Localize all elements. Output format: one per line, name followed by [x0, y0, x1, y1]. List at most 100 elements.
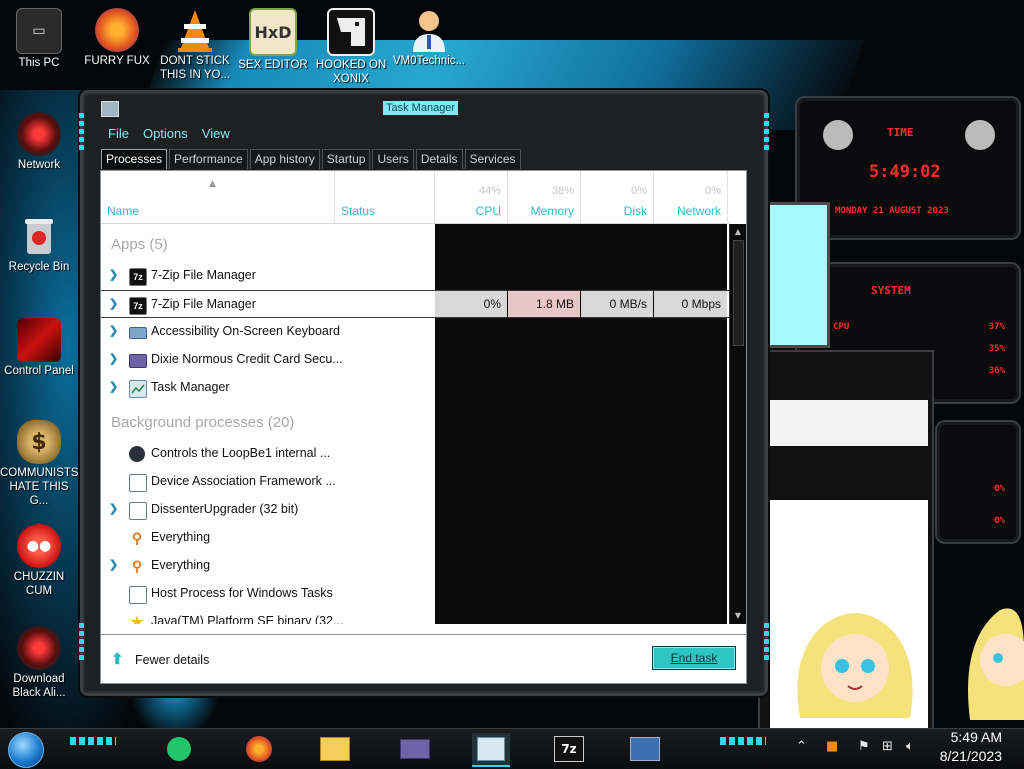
desktop-icon-furry-fux[interactable]: FURRY FUX — [78, 8, 156, 68]
column-memory-percent: 38% — [551, 185, 574, 197]
desktop-icon-this-pc[interactable]: ▭ This PC — [0, 8, 78, 70]
tab-processes[interactable]: Processes — [101, 149, 168, 169]
tab-details[interactable]: Details — [415, 149, 463, 169]
column-network[interactable]: 0% Network — [654, 171, 728, 223]
desktop-icon-label: Recycle Bin — [8, 261, 70, 273]
process-name: 7-Zip File Manager — [151, 268, 256, 282]
magnifier-icon: ⚲ — [131, 529, 143, 546]
column-name[interactable]: Name — [101, 171, 335, 223]
menu-view[interactable]: View — [195, 123, 237, 145]
process-name: Everything — [151, 530, 211, 544]
desktop-icon-label: HOOKED ON XONIX — [315, 59, 387, 85]
arrow-up-icon: ⬆ — [111, 651, 124, 668]
gadget-reading: 0% — [994, 484, 1005, 494]
menu-options[interactable]: Options — [136, 123, 195, 145]
column-cpu[interactable]: 44% CPU — [435, 171, 508, 223]
taskbar-app-task-manager[interactable] — [472, 733, 510, 767]
taskbar-app-remote-desktop[interactable] — [626, 733, 664, 765]
scroll-down-icon[interactable]: ▼ — [732, 610, 744, 622]
fewer-details-button[interactable]: ⬆ Fewer details — [111, 652, 209, 668]
desktop-icon-recycle-bin[interactable]: Recycle Bin — [0, 214, 78, 274]
process-row[interactable]: ❯ Dixie Normous Credit Card Secu... — [101, 346, 729, 374]
tray-show-hidden-icon[interactable]: ⌃ — [796, 739, 807, 754]
tab-performance[interactable]: Performance — [169, 149, 248, 169]
chuzzle-icon: ●● — [17, 524, 61, 568]
desktop-icon-chuzzin[interactable]: ●● CHUZZIN CUM — [0, 524, 78, 598]
expand-chevron-icon[interactable]: ❯ — [109, 558, 119, 572]
desktop-icon-vlc[interactable]: DONT STICK THIS IN YO... — [156, 8, 234, 82]
task-manager-window[interactable]: Task Manager File Options View Processes… — [79, 90, 769, 696]
scrollbar-thumb[interactable] — [733, 240, 744, 346]
process-row[interactable]: ❯ 7z 7-Zip File Manager — [101, 262, 729, 290]
remote-desktop-icon — [630, 737, 660, 761]
expand-chevron-icon[interactable]: ❯ — [109, 297, 119, 311]
tray-app-icon[interactable]: ■ — [826, 739, 838, 754]
tab-bar: Processes Performance App history Startu… — [101, 149, 523, 169]
desktop-icon-network[interactable]: Network — [0, 112, 78, 172]
column-status[interactable]: Status — [335, 171, 435, 223]
process-row[interactable]: ❯ Task Manager — [101, 374, 729, 402]
process-row[interactable]: ❯ ⚲ Everything — [101, 552, 729, 580]
scroll-up-icon[interactable]: ▲ — [732, 226, 744, 238]
group-apps-header[interactable]: Apps (5) — [111, 236, 168, 253]
tray-volume-icon[interactable]: 🔈︎ — [906, 739, 914, 754]
process-row[interactable]: Controls the LoopBe1 internal ... — [101, 440, 729, 468]
taskbar-app-explorer[interactable] — [316, 733, 354, 765]
recycle-bin-icon — [17, 214, 61, 258]
menu-file[interactable]: File — [101, 123, 136, 145]
column-disk-percent: 0% — [631, 185, 647, 197]
tab-app-history[interactable]: App history — [249, 149, 320, 169]
expand-chevron-icon[interactable]: ❯ — [109, 324, 119, 338]
taskbar-app-chat[interactable] — [160, 733, 198, 765]
firefox-icon — [246, 736, 272, 762]
process-row[interactable]: ❯ DissenterUpgrader (32 bit) — [101, 496, 729, 524]
clock-time: 5:49 AM — [950, 729, 1002, 745]
group-background-header[interactable]: Background processes (20) — [111, 414, 294, 431]
gadget-system-label: SYSTEM — [871, 284, 911, 297]
column-disk[interactable]: 0% Disk — [581, 171, 654, 223]
tab-services[interactable]: Services — [464, 149, 521, 169]
vertical-scrollbar[interactable]: ▲ ▼ — [729, 224, 746, 624]
fewer-details-label: Fewer details — [135, 653, 210, 667]
end-task-button[interactable]: End task — [652, 646, 736, 670]
process-row[interactable]: ⚲ Everything — [101, 524, 729, 552]
process-name: 7-Zip File Manager — [151, 297, 256, 311]
taskbar-app-credit-card[interactable] — [396, 733, 434, 765]
desktop-icon-sex-editor[interactable]: HxD SEX EDITOR — [234, 8, 312, 72]
generic-window-icon — [129, 502, 147, 520]
desktop-icon-control-panel[interactable]: Control Panel — [0, 318, 78, 378]
expand-chevron-icon[interactable]: ❯ — [109, 268, 119, 282]
column-cpu-percent: 44% — [478, 185, 501, 197]
taskbar-app-7zip[interactable]: 7z — [550, 733, 588, 765]
column-memory[interactable]: 38% Memory — [508, 171, 581, 223]
tab-users[interactable]: Users — [372, 149, 414, 169]
background-window-cyan[interactable] — [758, 202, 830, 348]
taskbar-app-firefox[interactable] — [240, 733, 278, 765]
system-gadget-lower: 0% 0% — [935, 420, 1021, 544]
desktop-icon-xonix[interactable]: HOOKED ON XONIX — [312, 8, 390, 86]
expand-chevron-icon[interactable]: ❯ — [109, 352, 119, 366]
xonix-game-icon — [327, 8, 375, 56]
tray-flag-icon[interactable]: ⚑ — [858, 739, 870, 754]
taskbar-accent — [70, 737, 116, 745]
gadget-reading: 0% — [994, 516, 1005, 526]
tab-startup[interactable]: Startup — [321, 149, 371, 169]
credit-card-app-icon — [400, 739, 430, 759]
column-network-label: Network — [676, 204, 721, 218]
task-manager-app-icon[interactable] — [101, 101, 119, 117]
start-button[interactable] — [8, 732, 44, 768]
desktop-icon-communists[interactable]: $ COMMUNISTS HATE THIS G... — [0, 420, 79, 508]
process-row[interactable]: Device Association Framework ... — [101, 468, 729, 496]
tray-network-icon[interactable]: ⊞ — [882, 739, 893, 754]
taskbar-clock[interactable]: 5:49 AM 8/21/2023 — [940, 728, 1002, 766]
generic-window-icon — [129, 586, 147, 604]
desktop-icon-vm0technic[interactable]: VM0Technic... — [390, 8, 468, 68]
expand-chevron-icon[interactable]: ❯ — [109, 380, 119, 394]
desktop-icon-download-alien[interactable]: Download Black Ali... — [0, 626, 78, 700]
process-row[interactable]: ❯ Accessibility On-Screen Keyboard — [101, 318, 729, 346]
process-row-selected[interactable]: ❯ 7z 7-Zip File Manager 0% 1.8 MB 0 MB/s… — [101, 290, 729, 318]
menu-bar: File Options View — [101, 123, 237, 145]
process-row[interactable]: ★ Java(TM) Platform SE binary (32... — [101, 608, 729, 624]
expand-chevron-icon[interactable]: ❯ — [109, 502, 119, 516]
process-row[interactable]: Host Process for Windows Tasks — [101, 580, 729, 608]
